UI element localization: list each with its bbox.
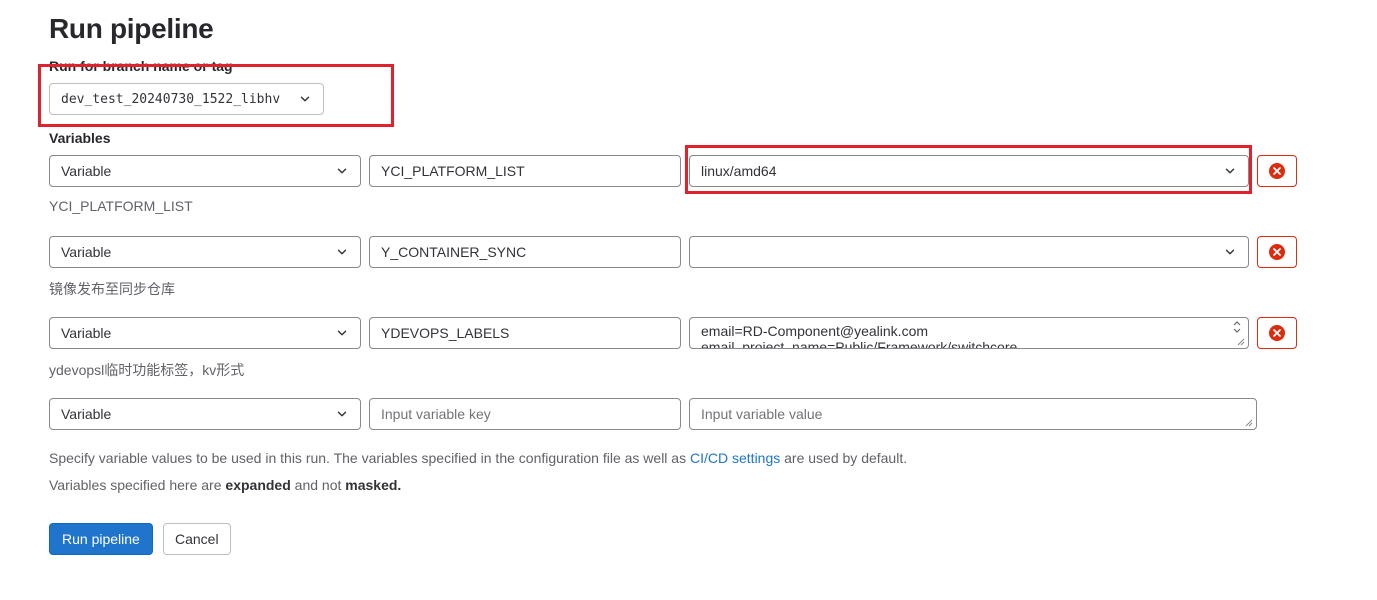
remove-variable-button[interactable]: [1257, 236, 1297, 268]
chevron-down-icon: [337, 168, 347, 174]
chevron-down-icon: [1225, 168, 1235, 174]
help-text: Variables specified here are: [49, 477, 226, 493]
variable-value-line: email=RD-Component@yealink.com: [701, 323, 929, 339]
resize-icon[interactable]: [1245, 419, 1253, 427]
variable-value-line: email_project_name=Public/Framework/swit…: [701, 339, 1018, 349]
variable-key-value: YCI_PLATFORM_LIST: [381, 163, 525, 179]
variable-value-textarea[interactable]: Input variable value: [689, 398, 1257, 430]
variable-type-select[interactable]: Variable: [49, 398, 361, 430]
variable-description: YCI_PLATFORM_LIST: [49, 198, 193, 214]
variable-type-value: Variable: [61, 406, 112, 422]
chevron-down-icon: [337, 249, 347, 255]
resize-icon[interactable]: [1237, 338, 1245, 346]
variable-key-value: YDEVOPS_LABELS: [381, 325, 510, 341]
help-text-variables: Specify variable values to be used in th…: [49, 450, 907, 466]
branch-selector[interactable]: dev_test_20240730_1522_libhv: [49, 83, 324, 115]
variable-key-placeholder: Input variable key: [381, 406, 491, 422]
remove-icon: [1269, 244, 1285, 260]
variable-type-value: Variable: [61, 244, 112, 260]
run-pipeline-button[interactable]: Run pipeline: [49, 523, 153, 555]
variable-key-input[interactable]: Input variable key: [369, 398, 681, 430]
chevron-down-icon: [337, 330, 347, 336]
chevron-down-icon: [337, 411, 347, 417]
page-title: Run pipeline: [49, 13, 214, 44]
remove-icon: [1269, 163, 1285, 179]
variable-type-select[interactable]: Variable: [49, 236, 361, 268]
variable-value-select[interactable]: [689, 236, 1249, 268]
variable-value-text: linux/amd64: [701, 163, 777, 179]
branch-value: dev_test_20240730_1522_libhv: [61, 91, 281, 107]
variable-type-value: Variable: [61, 325, 112, 341]
variable-value-textarea[interactable]: email=RD-Component@yealink.com email_pro…: [689, 317, 1249, 349]
help-bold-masked: masked.: [345, 477, 402, 493]
remove-variable-button[interactable]: [1257, 155, 1297, 187]
variable-description: 镜像发布至同步仓库: [49, 281, 175, 297]
help-text: and not: [290, 477, 346, 493]
remove-variable-button[interactable]: [1257, 317, 1297, 349]
variable-key-value: Y_CONTAINER_SYNC: [381, 244, 527, 260]
variables-label: Variables: [49, 130, 111, 146]
cancel-button[interactable]: Cancel: [163, 523, 231, 555]
help-text: are used by default.: [780, 450, 908, 466]
ci-cd-settings-link[interactable]: CI/CD settings: [690, 450, 780, 466]
variable-key-input[interactable]: Y_CONTAINER_SYNC: [369, 236, 681, 268]
chevron-down-icon: [1225, 249, 1235, 255]
variable-description: ydevopsl临时功能标签，kv形式: [49, 362, 245, 378]
chevron-down-icon: [300, 96, 310, 102]
branch-label: Run for branch name or tag: [49, 58, 233, 74]
help-bold-expanded: expanded: [225, 477, 291, 493]
variable-key-input[interactable]: YDEVOPS_LABELS: [369, 317, 681, 349]
help-text: Specify variable values to be used in th…: [49, 450, 690, 466]
variable-type-select[interactable]: Variable: [49, 317, 361, 349]
variable-value-placeholder: Input variable value: [701, 406, 823, 422]
remove-icon: [1269, 325, 1285, 341]
variable-key-input[interactable]: YCI_PLATFORM_LIST: [369, 155, 681, 187]
spinner-icon[interactable]: [1232, 320, 1242, 334]
variable-value-select[interactable]: linux/amd64: [689, 155, 1249, 187]
help-text-masking: Variables specified here are expanded an…: [49, 477, 401, 493]
variable-type-select[interactable]: Variable: [49, 155, 361, 187]
variable-type-value: Variable: [61, 163, 112, 179]
